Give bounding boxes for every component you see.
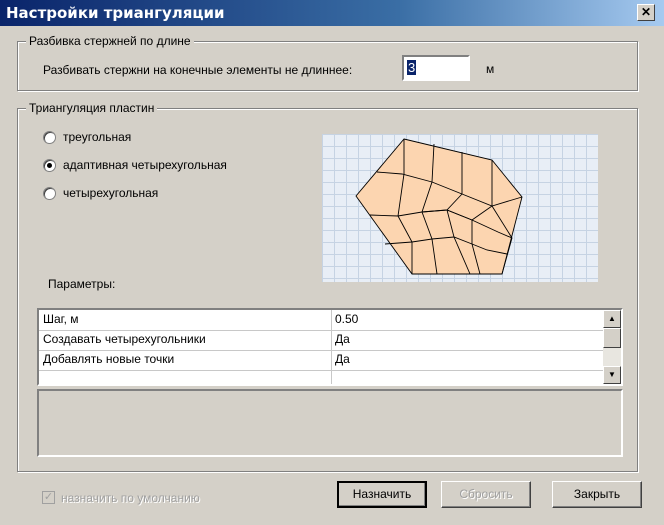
radio-quad-label[interactable]: четырехугольная: [63, 186, 158, 200]
table-row[interactable]: Шаг, м 0.50: [39, 310, 603, 331]
scroll-down-icon[interactable]: ▼: [603, 366, 621, 384]
mesh-preview: [322, 134, 598, 282]
param-value[interactable]: 0.50: [335, 312, 358, 326]
params-label: Параметры:: [48, 277, 116, 291]
rod-split-label: Разбивать стержни на конечные элементы н…: [43, 63, 353, 77]
scroll-up-icon[interactable]: ▲: [603, 310, 621, 328]
param-name: Добавлять новые точки: [43, 352, 175, 366]
param-value[interactable]: Да: [335, 332, 350, 346]
unit-label: м: [486, 62, 495, 76]
param-name: Шаг, м: [43, 312, 79, 326]
window-title: Настройки триангуляции: [6, 4, 225, 22]
param-value[interactable]: Да: [335, 352, 350, 366]
table-row[interactable]: Создавать четырехугольники Да: [39, 330, 603, 351]
param-name: Создавать четырехугольники: [43, 332, 206, 346]
radio-triangular[interactable]: [43, 131, 56, 144]
param-description-panel: [37, 389, 623, 457]
table-row[interactable]: [39, 370, 603, 384]
params-table: Шаг, м 0.50 Создавать четырехугольники Д…: [37, 308, 623, 386]
assign-button[interactable]: Назначить: [337, 481, 427, 508]
default-checkbox[interactable]: ✓: [42, 491, 55, 504]
close-button[interactable]: Закрыть: [552, 481, 642, 508]
max-element-length-input[interactable]: 3: [402, 55, 470, 81]
title-bar: Настройки триангуляции ✕: [0, 0, 664, 26]
table-scrollbar[interactable]: ▲ ▼: [603, 310, 621, 384]
mesh-preview-image: [355, 138, 523, 275]
default-checkbox-label: назначить по умолчанию: [61, 491, 200, 505]
radio-triangular-label[interactable]: треугольная: [63, 130, 131, 144]
table-row[interactable]: Добавлять новые точки Да: [39, 350, 603, 371]
radio-adaptive-quad[interactable]: [43, 159, 56, 172]
scroll-thumb[interactable]: [603, 328, 621, 348]
plate-triangulation-legend: Триангуляция пластин: [26, 101, 158, 115]
close-icon[interactable]: ✕: [637, 4, 655, 21]
column-divider: [331, 310, 332, 384]
reset-button[interactable]: Сбросить: [441, 481, 531, 508]
radio-quad[interactable]: [43, 187, 56, 200]
radio-adaptive-quad-label[interactable]: адаптивная четырехугольная: [63, 158, 227, 172]
rod-split-legend: Разбивка стержней по длине: [26, 34, 194, 48]
max-element-length-value: 3: [407, 60, 417, 75]
